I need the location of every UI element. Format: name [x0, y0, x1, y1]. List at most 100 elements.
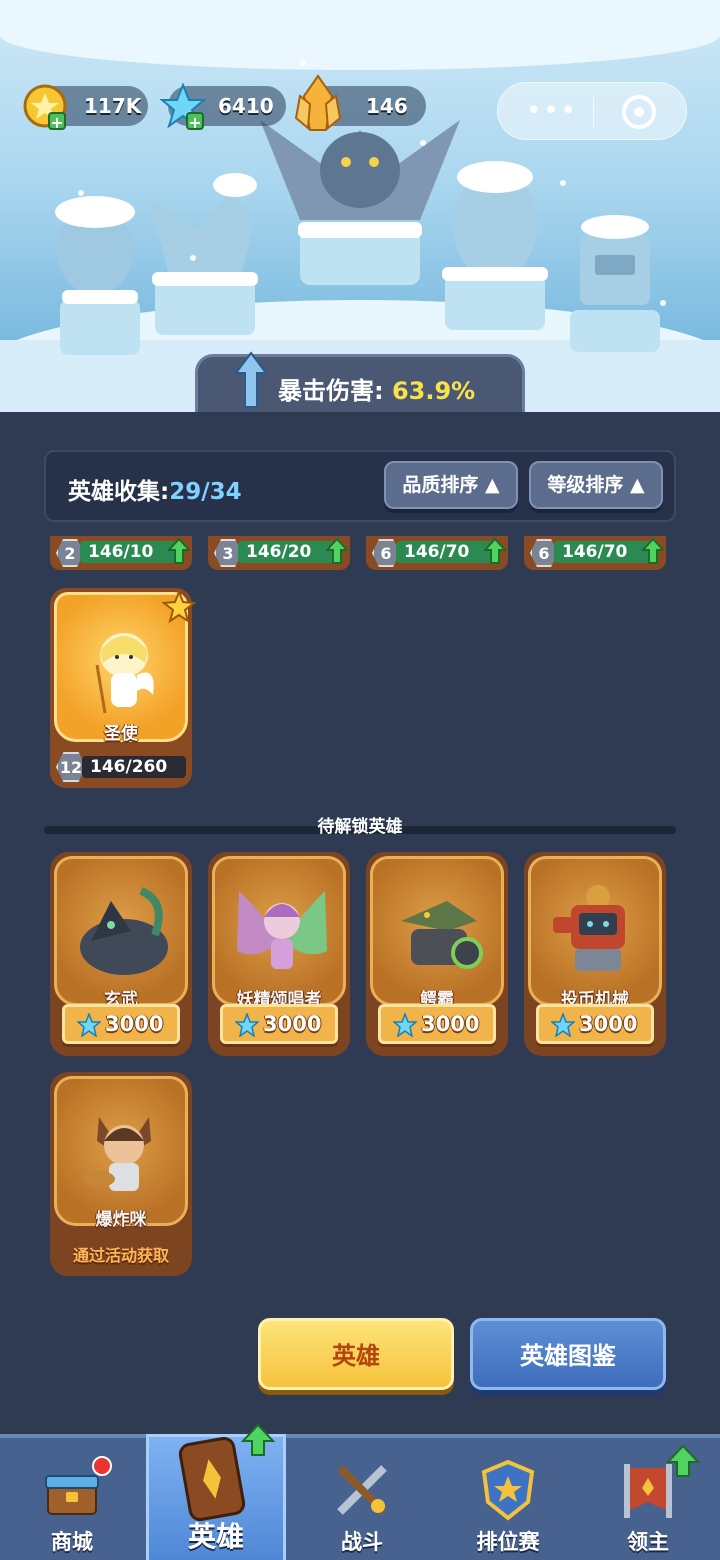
locked-hero-card[interactable]: 玄武 3000 [50, 852, 192, 1056]
hero-shard-progress: 146/260 [82, 756, 186, 778]
hero-portrait-frame: 鳄霸 [370, 856, 504, 1010]
more-icon[interactable]: ••• [526, 98, 578, 124]
hero-portrait-frame: 爆炸咪 [54, 1076, 188, 1230]
unlock-price-button[interactable]: 3000 [62, 1004, 180, 1044]
locked-section-title: 待解锁英雄 [317, 817, 403, 837]
blue-crystal-icon [77, 1013, 101, 1037]
statue-robot-icon [570, 215, 660, 352]
nav-hero[interactable]: 英雄 [146, 1423, 286, 1560]
crossed-weapons-icon [337, 1465, 387, 1515]
collection-count: 29/34 [169, 479, 242, 505]
gold-currency[interactable]: + 117K [23, 84, 148, 132]
nav-ranked[interactable]: 排位赛 [436, 1438, 580, 1560]
hero-tab-button[interactable]: 英雄 [258, 1318, 454, 1390]
hero-guide-button[interactable]: 英雄图鉴 [470, 1318, 666, 1390]
hero-name: 圣使 [104, 724, 138, 744]
ice-statue-scene: + 117K + 6410 146 ••• 暴击伤害: 63.9% [0, 0, 720, 412]
triangle-up-icon: ▲ [630, 474, 645, 496]
orange-crystal-currency[interactable]: 146 [294, 74, 426, 131]
nav-shop[interactable]: 商城 [0, 1438, 144, 1560]
snowflake [190, 255, 196, 261]
collection-bar: 英雄收集:29/34 品质排序 ▲ 等级排序 ▲ [44, 450, 676, 522]
croc-boss-portrait-icon [401, 901, 483, 969]
cave-ceiling [0, 0, 720, 70]
unlock-price: 3000 [263, 1012, 322, 1036]
collection-label: 英雄收集:29/34 [68, 472, 242, 506]
notification-badge [92, 1456, 112, 1476]
snowflake [660, 300, 666, 306]
nav-label: 排位赛 [476, 1530, 540, 1554]
nav-label: 战斗 [341, 1530, 383, 1554]
add-crystal-icon[interactable]: + [186, 112, 204, 132]
snowflake [420, 140, 426, 146]
upgrade-arrow-icon [642, 538, 664, 564]
mini-program-capsule: ••• [497, 82, 687, 140]
sort-quality-label: 品质排序 [402, 474, 479, 496]
xuanwu-portrait-icon [80, 887, 168, 975]
close-circle-icon[interactable] [622, 95, 656, 129]
event-unlock-note: 通过活动获取 [72, 1246, 169, 1265]
gold-value: 117K [84, 94, 142, 118]
orange-crystal-value: 146 [366, 94, 408, 118]
crit-damage-banner: 暴击伤害: 63.9% [195, 351, 525, 412]
locked-hero-card[interactable]: 鳄霸 3000 [366, 852, 508, 1056]
upgrade-arrow-icon [484, 538, 506, 564]
hero-name: 爆炸咪 [95, 1210, 147, 1230]
coin-machine-portrait-icon [553, 885, 625, 971]
blue-crystal-currency[interactable]: + 6410 [160, 83, 286, 132]
nav-label: 领主 [627, 1530, 669, 1554]
nav-battle[interactable]: 战斗 [290, 1438, 434, 1560]
fairy-singer-portrait-icon [237, 891, 327, 969]
hero-portrait-frame: 投币机械 [528, 856, 662, 1010]
unlock-price-button[interactable]: 3000 [378, 1004, 496, 1044]
locked-hero-card[interactable]: 妖精颂唱者 3000 [208, 852, 350, 1056]
nav-label: 英雄 [187, 1520, 244, 1553]
owned-hero-card[interactable]: 2 146/10 [50, 536, 192, 570]
upgrade-arrow-icon [168, 538, 190, 564]
owned-hero-card[interactable]: 3 146/20 [208, 536, 350, 570]
upgrade-arrow-icon [326, 538, 348, 564]
crit-label: 暴击伤害: [278, 377, 384, 405]
unlock-price-button[interactable]: 3000 [536, 1004, 654, 1044]
sort-level-button[interactable]: 等级排序 ▲ [529, 461, 663, 509]
arrow-up-icon [234, 351, 268, 408]
hero-portrait-frame: 玄武 [54, 856, 188, 1010]
boom-cat-portrait-icon [83, 1117, 151, 1191]
upgrade-arrow-icon [241, 1423, 275, 1456]
blue-crystal-icon [393, 1013, 417, 1037]
orange-crystal-icon [294, 74, 342, 131]
crit-value: 63.9% [391, 377, 476, 405]
hero-progress-row: 12 146/260 [56, 752, 186, 782]
blue-crystal-icon [551, 1013, 575, 1037]
snowflake [300, 60, 306, 66]
crit-damage-text: 暴击伤害: 63.9% [278, 371, 475, 406]
nav-label: 商城 [51, 1530, 93, 1554]
bottom-nav: 商城 英雄 战斗 排位赛 领主 [0, 1423, 720, 1560]
owned-hero-card[interactable]: 6 146/70 [524, 536, 666, 570]
locked-hero-card[interactable]: 投币机械 3000 [524, 852, 666, 1056]
rank-shield-icon [481, 1459, 535, 1521]
star-icon [162, 590, 196, 624]
triangle-up-icon: ▲ [485, 474, 500, 496]
capsule-divider [593, 97, 594, 127]
collection-title: 英雄收集: [68, 479, 170, 505]
unlock-price: 3000 [105, 1012, 164, 1036]
upgrade-arrow-icon [666, 1444, 700, 1477]
unlock-price: 3000 [579, 1012, 638, 1036]
snowflake [78, 190, 84, 196]
statue-left-icon [55, 196, 140, 355]
add-gold-icon[interactable]: + [48, 112, 66, 132]
snowflake [560, 180, 566, 186]
unlock-price-button[interactable]: 3000 [220, 1004, 338, 1044]
statue-hooded-icon [442, 161, 548, 330]
unlock-price: 3000 [421, 1012, 480, 1036]
crystal-value: 6410 [218, 94, 274, 118]
hero-portrait-frame: 妖精颂唱者 [212, 856, 346, 1010]
locked-hero-card-event[interactable]: 爆炸咪 通过活动获取 [50, 1072, 192, 1276]
owned-hero-card[interactable]: 6 146/70 [366, 536, 508, 570]
blue-crystal-icon [235, 1013, 259, 1037]
saint-envoy-portrait-icon [95, 633, 154, 714]
sort-quality-button[interactable]: 品质排序 ▲ [384, 461, 518, 509]
nav-lord[interactable]: 领主 [576, 1438, 720, 1560]
sort-level-label: 等级排序 [547, 474, 624, 496]
